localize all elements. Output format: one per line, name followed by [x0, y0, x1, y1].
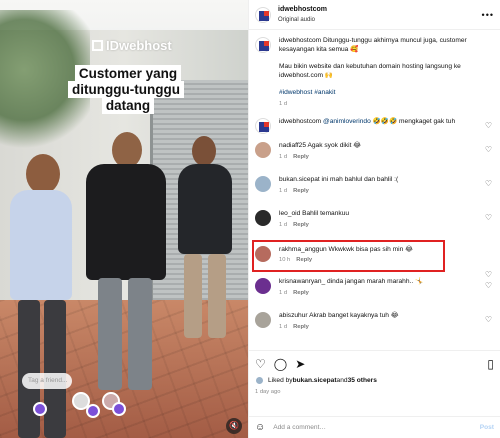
likes-others-link[interactable]: 35 others — [348, 377, 377, 384]
brand-logo-icon — [92, 40, 103, 51]
avatar[interactable] — [255, 376, 264, 385]
caption-time[interactable]: 1 d — [279, 100, 484, 109]
heart-icon[interactable]: ♡ — [485, 281, 492, 290]
comments-list[interactable]: idwebhostcom Ditunggu-tunggu akhirnya mu… — [249, 30, 500, 350]
comment-text: Wkwkwk bisa pas sih min 😂 — [328, 246, 413, 253]
post-header: idwebhostcom Original audio ••• — [249, 0, 500, 30]
comment-text: 🤣🤣🤣 mengkaget gak tuh — [370, 118, 456, 125]
tag-friend-bubble[interactable]: Tag a friend... — [22, 373, 72, 389]
reply-button[interactable]: Reply — [296, 257, 312, 263]
avatar[interactable] — [255, 210, 271, 226]
emoji-icon[interactable]: ☺ — [255, 422, 265, 433]
person-center — [80, 128, 170, 398]
person-left — [4, 150, 84, 438]
reply-button[interactable]: Reply — [293, 188, 309, 194]
comment-item: nadiaff25 Agak syok dikit 😂 1 d Reply ♡ — [255, 141, 494, 175]
heart-icon[interactable]: ♡ — [485, 315, 492, 324]
header-username[interactable]: idwebhostcom — [278, 5, 327, 15]
tag-dot-2[interactable] — [86, 404, 100, 418]
comment-username[interactable]: abiszuhur — [279, 312, 308, 319]
tag-dot-1[interactable] — [33, 402, 47, 416]
heart-icon[interactable]: ♡ — [255, 358, 266, 370]
caption-hashtags[interactable]: #idwebhost #anakit — [279, 88, 484, 97]
liked-by-user[interactable]: bukan.sicepat — [293, 377, 337, 384]
comment-text: dinda jangan marah marahh.. 🤸 — [327, 278, 424, 285]
comment-username[interactable]: idwebhostcom — [279, 118, 321, 125]
brand-watermark: IDwebhost — [92, 38, 172, 53]
comment-item: bukan.sicepat ini mah bahlul dan bahlil … — [255, 175, 494, 209]
comment-text: Agak syok dikit 😂 — [307, 142, 361, 149]
avatar[interactable] — [255, 246, 271, 262]
comment-time: 1 d — [279, 154, 288, 160]
avatar[interactable] — [255, 118, 271, 134]
comment-time: 1 d — [279, 188, 288, 194]
comment-item: leo_oid Bahlil temankuu 1 d Reply ♡ — [255, 209, 494, 243]
avatar[interactable] — [255, 312, 271, 328]
add-comment-bar: ☺ Add a comment… Post — [249, 416, 500, 438]
comment-item: krisnawanryan_ dinda jangan marah marahh… — [255, 277, 494, 311]
avatar[interactable] — [255, 278, 271, 294]
comment-mention[interactable]: @animloverindo — [323, 118, 371, 125]
caption-username[interactable]: idwebhostcom — [279, 37, 321, 44]
comment-username[interactable]: krisnawanryan_ — [279, 278, 325, 285]
post-actions: ♡ ◯ ➤ ▯ Liked by bukan.sicepat and 35 ot… — [249, 350, 500, 416]
audio-label[interactable]: Original audio — [278, 15, 327, 25]
avatar[interactable] — [255, 37, 271, 53]
comment-text: ini mah bahlul dan bahlil :( — [321, 176, 399, 183]
tag-dot-3[interactable] — [112, 402, 126, 416]
video-caption: Customer yang ditunggu-tunggu datang — [48, 65, 208, 114]
comment-time: 1 d — [279, 290, 288, 296]
comment-item: idwebhostcom @animloverindo 🤣🤣🤣 mengkage… — [255, 117, 494, 141]
post-details-panel: idwebhostcom Original audio ••• idwebhos… — [248, 0, 500, 438]
post-date[interactable]: 1 day ago — [255, 389, 494, 395]
reply-button[interactable]: Reply — [293, 324, 309, 330]
heart-icon[interactable]: ♡ — [485, 213, 492, 222]
caption-text-2: Mau bikin website dan kebutuhan domain h… — [279, 63, 461, 79]
person-right — [172, 134, 244, 344]
heart-icon[interactable]: ♡ — [485, 145, 492, 154]
post-button[interactable]: Post — [480, 424, 494, 431]
post-media[interactable]: IDwebhost Customer yang ditunggu-tunggu … — [0, 0, 248, 438]
avatar[interactable] — [255, 6, 271, 23]
comment-username[interactable]: bukan.sicepat — [279, 176, 320, 183]
comment-item: abiszuhur Akrab banget kayaknya tuh 😂 1 … — [255, 311, 494, 341]
share-icon[interactable]: ➤ — [295, 358, 305, 370]
likes-summary: Liked by bukan.sicepat and 35 others — [255, 376, 494, 385]
heart-icon[interactable]: ♡ — [485, 179, 492, 188]
comment-icon[interactable]: ◯ — [274, 358, 287, 370]
avatar[interactable] — [255, 142, 271, 158]
more-options-icon[interactable]: ••• — [482, 10, 494, 20]
reply-button[interactable]: Reply — [293, 222, 309, 228]
comment-time: 1 d — [279, 324, 288, 330]
avatar[interactable] — [255, 176, 271, 192]
speaker-muted-icon[interactable]: 🔇 — [226, 418, 242, 434]
comment-time: 1 d — [279, 222, 288, 228]
add-comment-input[interactable]: Add a comment… — [273, 424, 326, 431]
comment-text: Akrab banget kayaknya tuh 😂 — [309, 312, 399, 319]
reply-button[interactable]: Reply — [293, 154, 309, 160]
reply-button[interactable]: Reply — [293, 290, 309, 296]
comment-username[interactable]: leo_oid — [279, 210, 300, 217]
heart-icon[interactable]: ♡ — [485, 121, 492, 130]
highlighted-comment: rakhma_anggun Wkwkwk bisa pas sih min 😂 … — [252, 240, 445, 272]
comment-username[interactable]: rakhma_anggun — [279, 246, 327, 253]
bookmark-icon[interactable]: ▯ — [487, 358, 494, 370]
comment-text: Bahlil temankuu — [302, 210, 350, 217]
comment-time: 10 h — [279, 257, 291, 263]
post-caption: idwebhostcom Ditunggu-tunggu akhirnya mu… — [255, 36, 494, 109]
comment-username[interactable]: nadiaff25 — [279, 142, 306, 149]
